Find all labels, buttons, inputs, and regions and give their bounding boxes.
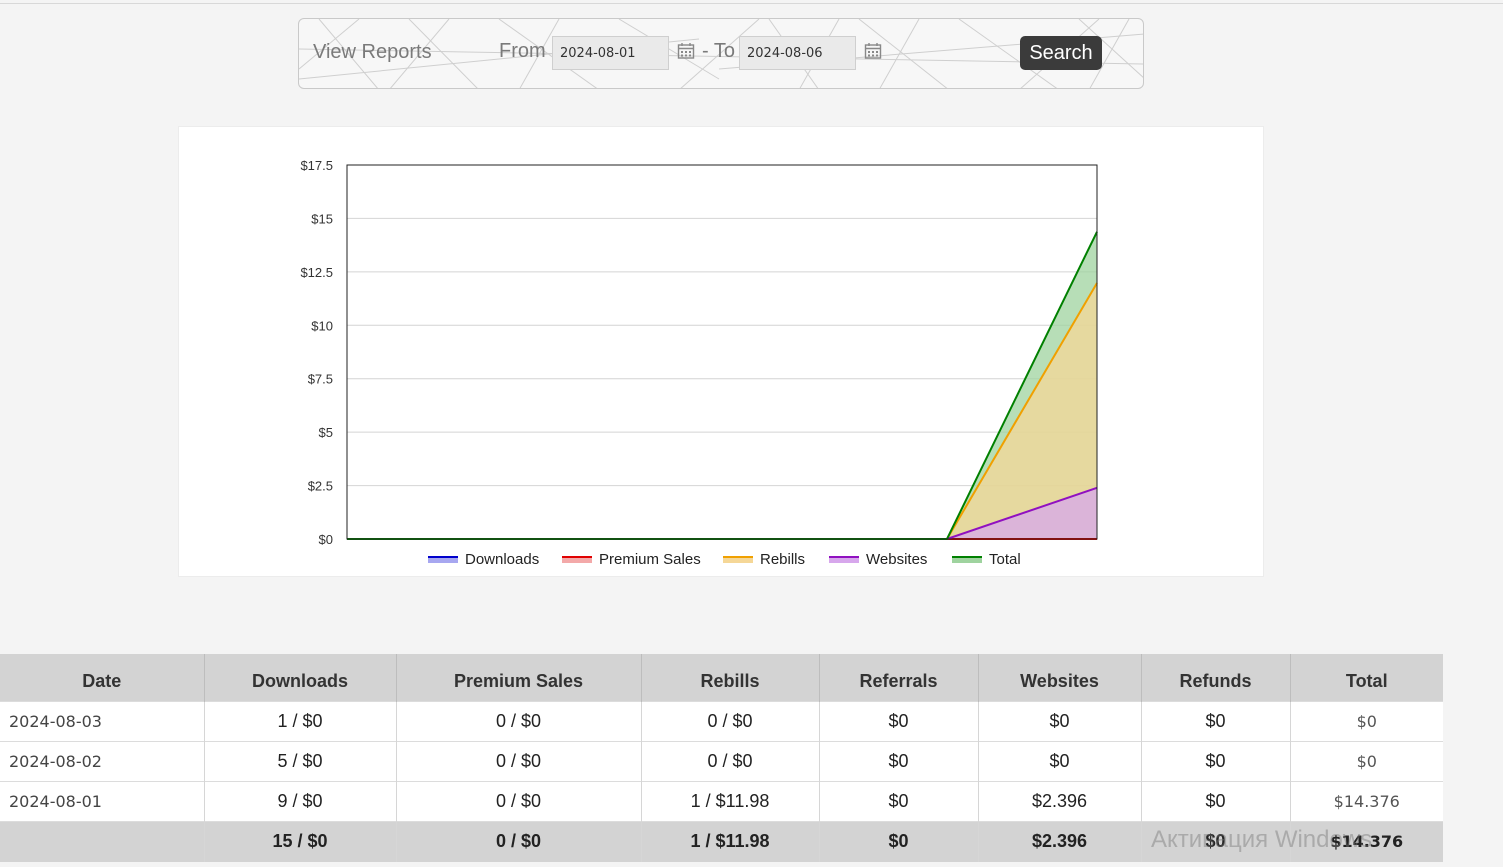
- totals-downloads: 15 / $0: [203, 820, 396, 862]
- cell-date: 2024-08-01: [0, 780, 204, 821]
- legend-label: Premium Sales: [599, 551, 701, 568]
- legend-item-total[interactable]: Total: [952, 551, 1021, 568]
- to-label: - To: [702, 40, 735, 62]
- cell-date: 2024-08-02: [0, 740, 204, 781]
- cell-downloads: 1 / $0: [203, 700, 396, 741]
- cell-premium-sales: 0 / $0: [395, 700, 641, 741]
- earnings-chart: $0 $2.5 $5 $7.5 $10 $12.5 $15 $17.5 Downloads Pr…: [178, 126, 1264, 577]
- totals-premium-sales: 0 / $0: [395, 820, 641, 862]
- cell-referrals: $0: [818, 780, 978, 821]
- legend-item-websites[interactable]: Websites: [829, 551, 927, 568]
- search-button[interactable]: Search: [1020, 36, 1102, 70]
- table-header-row: Date Downloads Premium Sales Rebills Ref…: [0, 654, 1443, 701]
- col-header-referrals[interactable]: Referrals: [818, 654, 978, 701]
- col-header-refunds[interactable]: Refunds: [1140, 654, 1290, 701]
- y-tick-label: $7.5: [308, 372, 333, 387]
- legend-item-downloads[interactable]: Downloads: [428, 551, 539, 568]
- cell-total: $0: [1289, 700, 1443, 741]
- legend-label: Downloads: [465, 551, 539, 568]
- cell-websites: $0: [977, 740, 1141, 781]
- legend-label: Total: [989, 551, 1021, 568]
- windows-activation-watermark: Активация Windows: [1151, 826, 1373, 853]
- y-tick-label: $10: [311, 318, 333, 333]
- table-row: 2024-08-01 9 / $0 0 / $0 1 / $11.98 $0 $…: [0, 780, 1443, 821]
- col-header-rebills[interactable]: Rebills: [640, 654, 819, 701]
- cell-referrals: $0: [818, 700, 978, 741]
- view-reports-label: View Reports: [313, 41, 432, 63]
- col-header-premium-sales[interactable]: Premium Sales: [395, 654, 641, 701]
- calendar-icon[interactable]: [677, 42, 695, 60]
- cell-refunds: $0: [1140, 740, 1290, 781]
- y-tick-label: $15: [311, 211, 333, 226]
- col-header-date[interactable]: Date: [0, 654, 204, 701]
- legend-label: Websites: [866, 551, 927, 568]
- cell-date: 2024-08-03: [0, 700, 204, 741]
- table-row: 2024-08-02 5 / $0 0 / $0 0 / $0 $0 $0 $0…: [0, 740, 1443, 781]
- cell-refunds: $0: [1140, 700, 1290, 741]
- y-tick-label: $2.5: [308, 479, 333, 494]
- cell-premium-sales: 0 / $0: [395, 740, 641, 781]
- y-tick-label: $5: [319, 425, 333, 440]
- table-row: 2024-08-03 1 / $0 0 / $0 0 / $0 $0 $0 $0…: [0, 700, 1443, 741]
- cell-referrals: $0: [818, 740, 978, 781]
- area-rebills: [347, 282, 1097, 539]
- legend-item-premium-sales[interactable]: Premium Sales: [562, 551, 701, 568]
- to-date-input[interactable]: [739, 36, 856, 70]
- cell-websites: $0: [977, 700, 1141, 741]
- cell-total: $0: [1289, 740, 1443, 781]
- cell-rebills: 0 / $0: [640, 700, 819, 741]
- chart-canvas: $0 $2.5 $5 $7.5 $10 $12.5 $15 $17.5 Downloads Pr…: [300, 158, 1098, 568]
- legend-label: Rebills: [760, 551, 805, 568]
- calendar-icon[interactable]: [864, 42, 882, 60]
- totals-label-cell: [0, 820, 204, 862]
- col-header-downloads[interactable]: Downloads: [203, 654, 396, 701]
- cell-downloads: 5 / $0: [203, 740, 396, 781]
- legend-item-rebills[interactable]: Rebills: [723, 551, 805, 568]
- from-label: From: [499, 40, 546, 62]
- cell-websites: $2.396: [977, 780, 1141, 821]
- cell-premium-sales: 0 / $0: [395, 780, 641, 821]
- cell-rebills: 1 / $11.98: [640, 780, 819, 821]
- from-date-input[interactable]: [552, 36, 669, 70]
- top-divider: [0, 3, 1503, 4]
- col-header-websites[interactable]: Websites: [977, 654, 1141, 701]
- cell-total: $14.376: [1289, 780, 1443, 821]
- y-tick-label: $17.5: [300, 158, 333, 173]
- cell-refunds: $0: [1140, 780, 1290, 821]
- cell-rebills: 0 / $0: [640, 740, 819, 781]
- totals-websites: $2.396: [977, 820, 1141, 862]
- report-filter-bar: View Reports From - To Search: [298, 18, 1144, 89]
- y-tick-label: $12.5: [300, 265, 333, 280]
- totals-rebills: 1 / $11.98: [640, 820, 819, 862]
- totals-referrals: $0: [818, 820, 978, 862]
- y-tick-label: $0: [319, 532, 333, 547]
- col-header-total[interactable]: Total: [1289, 654, 1443, 701]
- cell-downloads: 9 / $0: [203, 780, 396, 821]
